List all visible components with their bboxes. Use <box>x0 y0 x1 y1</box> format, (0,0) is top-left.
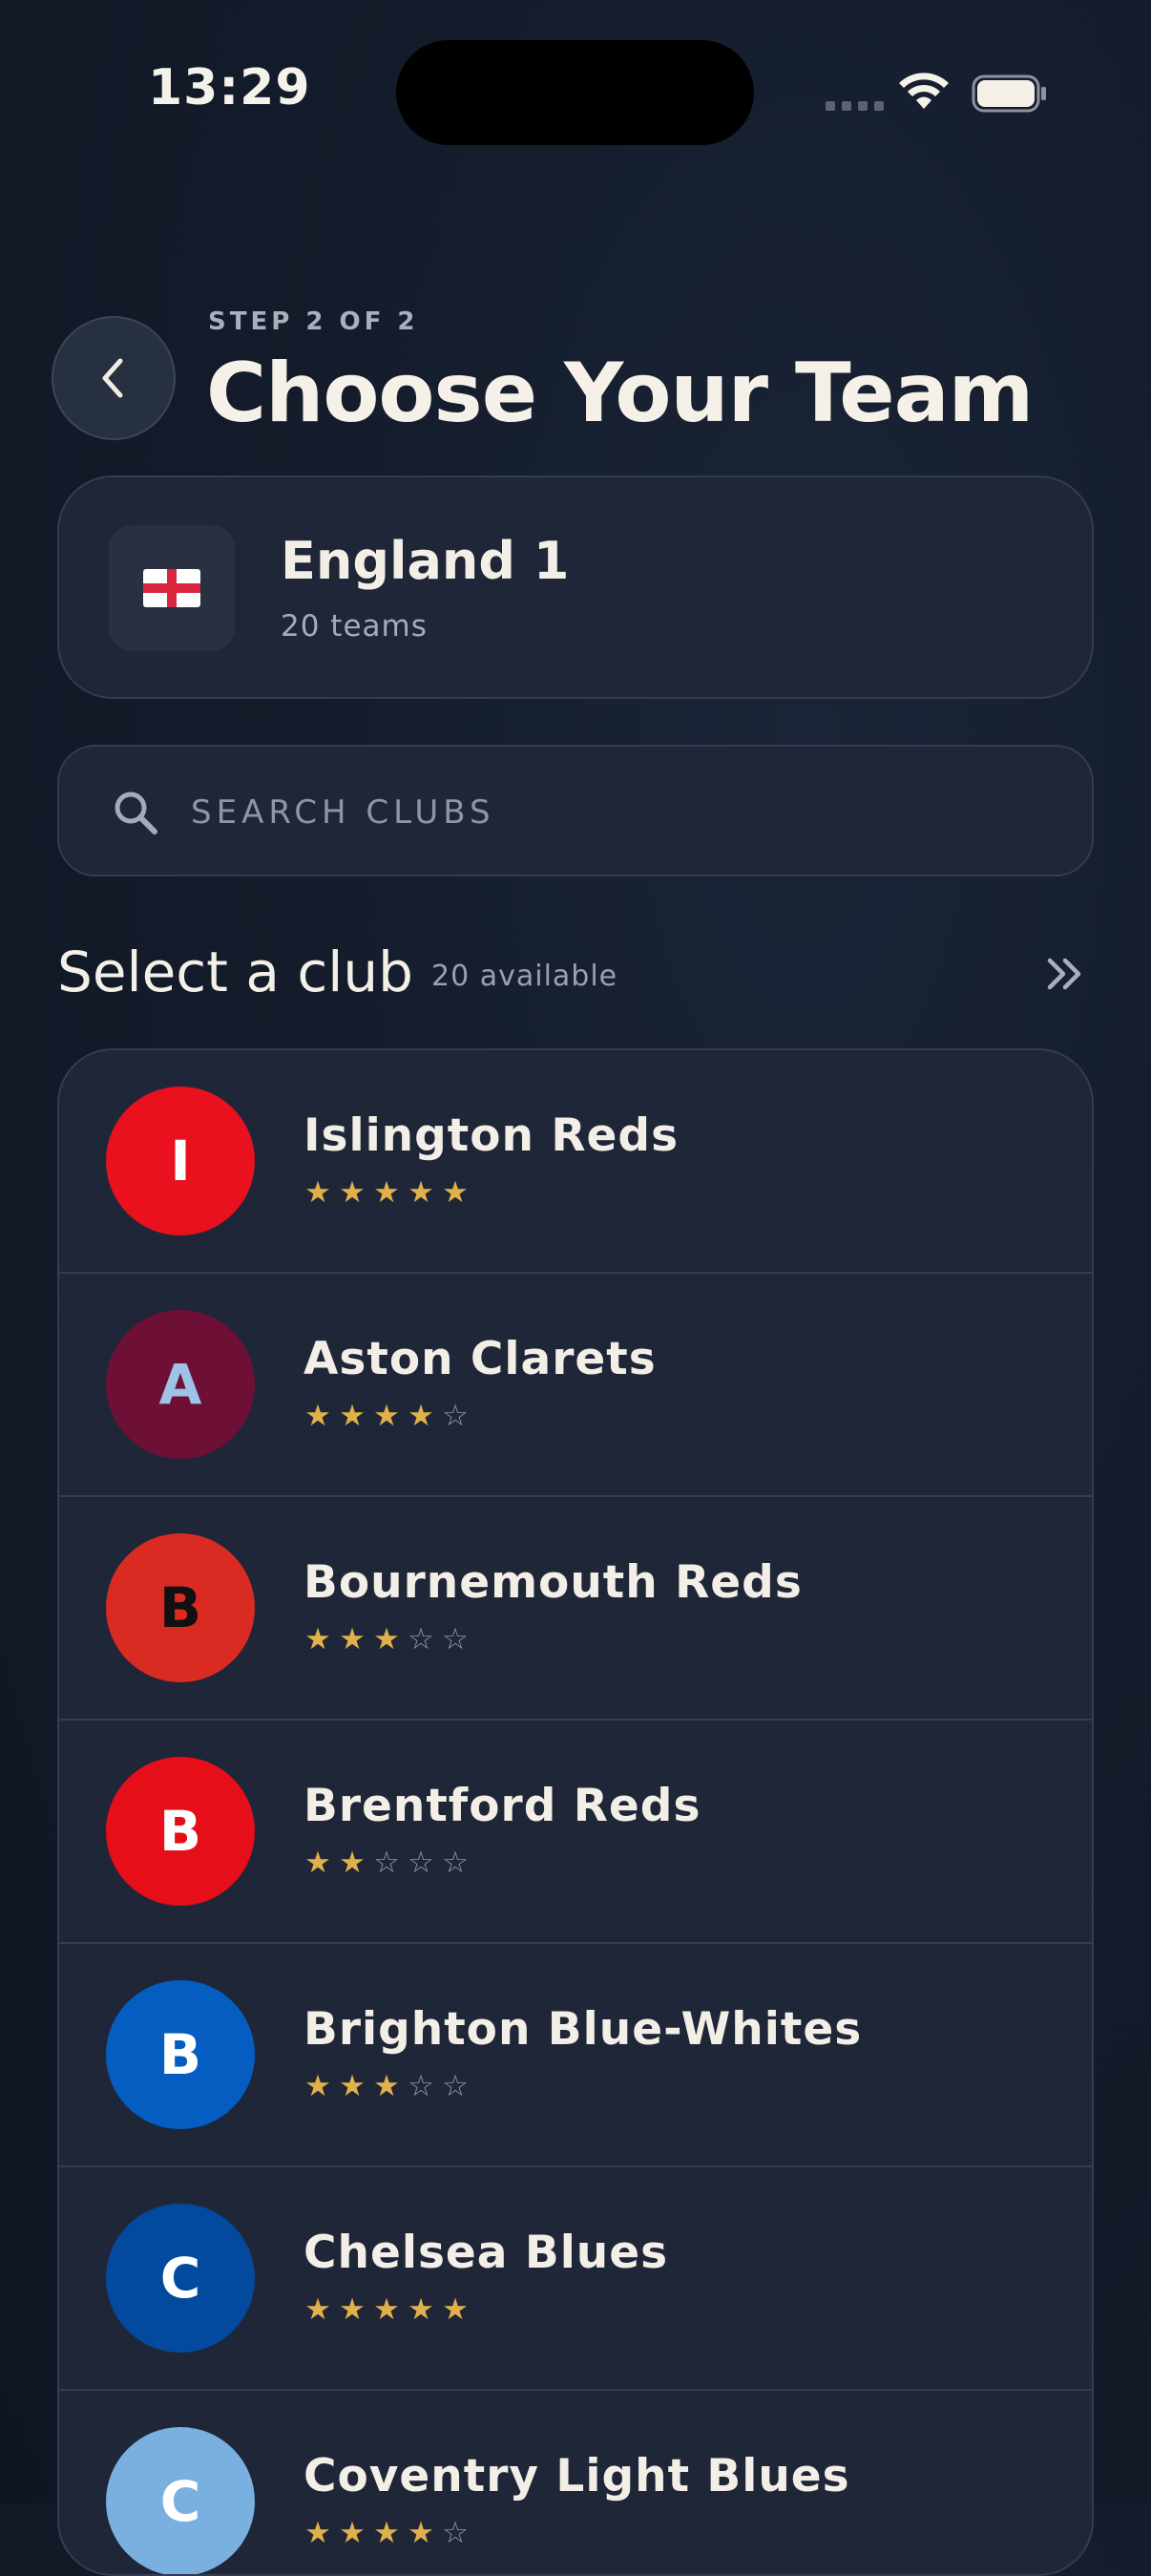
star-filled-icon: ★ <box>339 2516 366 2550</box>
wifi-icon <box>899 73 949 109</box>
club-rating: ★ ★ ★ ★ ★ <box>303 1176 470 1209</box>
section-title: Select a club <box>57 940 413 1004</box>
club-row[interactable]: A Aston Clarets ★ ★ ★ ★ ☆ <box>59 1274 1092 1497</box>
step-label: STEP 2 OF 2 <box>208 307 419 336</box>
status-time: 13:29 <box>148 59 311 116</box>
star-filled-icon: ★ <box>304 2069 331 2103</box>
star-filled-icon: ★ <box>339 1846 366 1880</box>
club-row[interactable]: B Brighton Blue-Whites ★ ★ ★ ☆ ☆ <box>59 1944 1092 2167</box>
page-title: Choose Your Team <box>206 346 1034 441</box>
star-empty-icon: ☆ <box>408 1846 434 1880</box>
star-filled-icon: ★ <box>339 2069 366 2103</box>
cellular-signal-icon <box>826 101 884 111</box>
star-empty-icon: ☆ <box>442 2069 469 2103</box>
star-filled-icon: ★ <box>373 1622 400 1657</box>
star-filled-icon: ★ <box>408 2292 434 2327</box>
club-row[interactable]: C Coventry Light Blues ★ ★ ★ ★ ☆ <box>59 2391 1092 2574</box>
star-filled-icon: ★ <box>304 1846 331 1880</box>
league-team-count: 20 teams <box>281 609 428 644</box>
club-name: Brighton Blue-Whites <box>303 2003 863 2056</box>
star-filled-icon: ★ <box>373 2069 400 2103</box>
available-count: 20 available <box>431 960 618 993</box>
club-crest: C <box>106 2427 255 2574</box>
star-empty-icon: ☆ <box>373 1846 400 1880</box>
club-row[interactable]: B Brentford Reds ★ ★ ☆ ☆ ☆ <box>59 1721 1092 1944</box>
club-crest: A <box>106 1310 255 1459</box>
double-chevron-right-icon[interactable] <box>1042 953 1088 995</box>
star-filled-icon: ★ <box>304 1622 331 1657</box>
club-name: Coventry Light Blues <box>303 2450 850 2502</box>
star-filled-icon: ★ <box>408 2516 434 2550</box>
club-row[interactable]: C Chelsea Blues ★ ★ ★ ★ ★ <box>59 2167 1092 2391</box>
club-crest: B <box>106 1757 255 1906</box>
star-filled-icon: ★ <box>373 1399 400 1433</box>
league-flag-container <box>109 525 235 651</box>
star-filled-icon: ★ <box>304 2292 331 2327</box>
club-rating: ★ ★ ☆ ☆ ☆ <box>303 1847 470 1879</box>
club-name: Aston Clarets <box>303 1333 657 1385</box>
star-filled-icon: ★ <box>339 1175 366 1210</box>
back-button[interactable] <box>52 316 176 440</box>
club-rating: ★ ★ ★ ☆ ☆ <box>303 1623 470 1656</box>
club-row[interactable]: I Islington Reds ★ ★ ★ ★ ★ <box>59 1050 1092 1274</box>
star-empty-icon: ☆ <box>442 1846 469 1880</box>
star-filled-icon: ★ <box>339 1622 366 1657</box>
battery-icon <box>972 74 1046 113</box>
club-rating: ★ ★ ★ ★ ★ <box>303 2293 470 2326</box>
club-list: I Islington Reds ★ ★ ★ ★ ★ A Aston Clarets ★ ★ ★ ★ ☆ B… <box>57 1048 1094 2576</box>
search-bar[interactable] <box>57 745 1094 876</box>
club-row[interactable]: B Bournemouth Reds ★ ★ ★ ☆ ☆ <box>59 1497 1092 1721</box>
england-flag-icon <box>143 569 200 607</box>
star-filled-icon: ★ <box>442 2292 469 2327</box>
chevron-left-icon <box>102 358 123 398</box>
club-rating: ★ ★ ★ ★ ☆ <box>303 1400 470 1432</box>
search-input[interactable] <box>189 775 1052 850</box>
status-bar: 13:29 <box>0 0 1151 191</box>
club-rating: ★ ★ ★ ☆ ☆ <box>303 2070 470 2102</box>
star-filled-icon: ★ <box>339 1399 366 1433</box>
club-name: Brentford Reds <box>303 1780 701 1832</box>
club-crest: B <box>106 1533 255 1682</box>
club-rating: ★ ★ ★ ★ ☆ <box>303 2517 470 2549</box>
star-filled-icon: ★ <box>304 1175 331 1210</box>
club-crest: C <box>106 2204 255 2353</box>
club-crest: B <box>106 1980 255 2129</box>
star-filled-icon: ★ <box>373 2516 400 2550</box>
star-filled-icon: ★ <box>442 1175 469 1210</box>
star-empty-icon: ☆ <box>408 1622 434 1657</box>
club-crest: I <box>106 1087 255 1235</box>
star-empty-icon: ☆ <box>442 2516 469 2550</box>
star-empty-icon: ☆ <box>442 1399 469 1433</box>
search-icon <box>115 792 157 834</box>
star-filled-icon: ★ <box>373 1175 400 1210</box>
club-name: Bournemouth Reds <box>303 1556 803 1609</box>
dynamic-island <box>396 40 754 145</box>
star-filled-icon: ★ <box>339 2292 366 2327</box>
star-empty-icon: ☆ <box>408 2069 434 2103</box>
club-name: Chelsea Blues <box>303 2227 669 2279</box>
star-filled-icon: ★ <box>408 1175 434 1210</box>
star-filled-icon: ★ <box>408 1399 434 1433</box>
club-name: Islington Reds <box>303 1109 680 1162</box>
league-card: England 1 20 teams <box>57 475 1094 699</box>
star-filled-icon: ★ <box>304 1399 331 1433</box>
star-filled-icon: ★ <box>304 2516 331 2550</box>
league-name: England 1 <box>281 531 570 591</box>
star-filled-icon: ★ <box>373 2292 400 2327</box>
star-empty-icon: ☆ <box>442 1622 469 1657</box>
